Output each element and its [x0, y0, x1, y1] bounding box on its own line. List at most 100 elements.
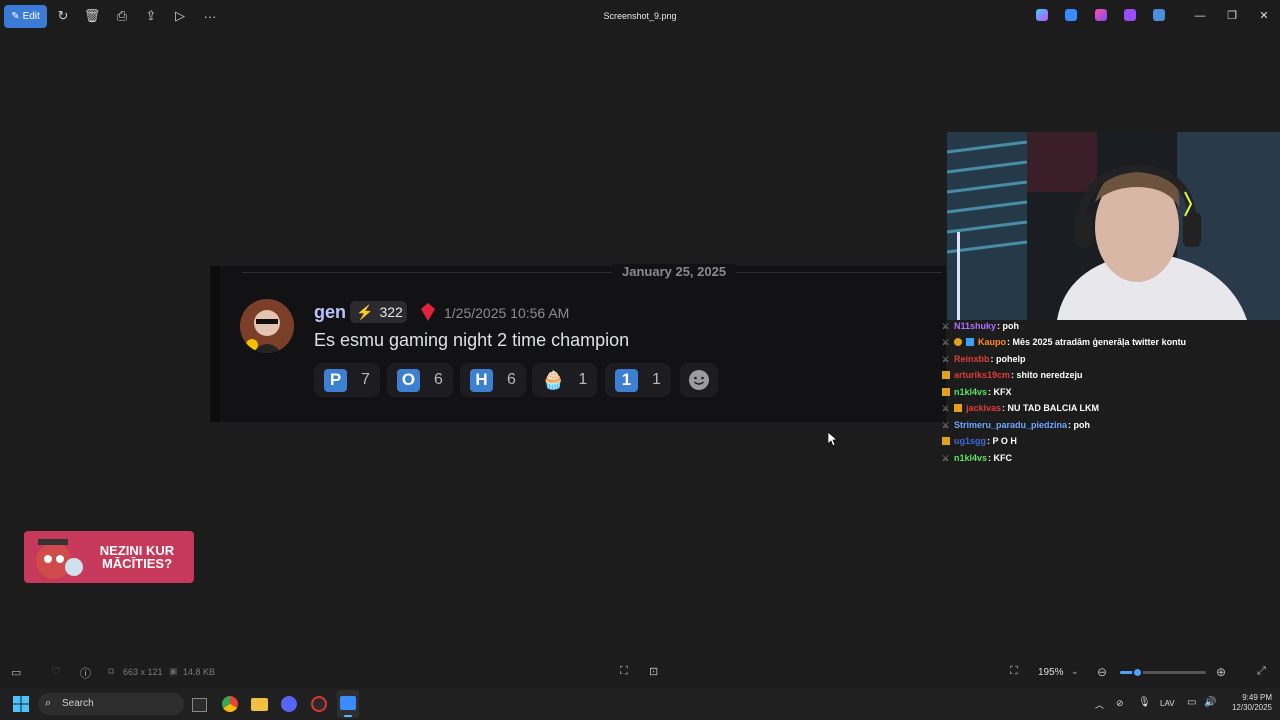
filmstrip-icon[interactable]: ▭: [11, 666, 21, 679]
file-size: 14.8 KB: [183, 667, 216, 677]
zoom-in-icon[interactable]: ⊕: [1216, 665, 1226, 679]
search-icon: ⌕: [45, 697, 52, 709]
info-icon[interactable]: ⓘ: [80, 665, 91, 681]
display-icon[interactable]: ▭: [1187, 697, 1196, 708]
add-reaction-button[interactable]: [680, 363, 718, 397]
photos-icon: [340, 696, 356, 710]
sword-icon: ⚔: [942, 355, 950, 364]
chat-text: : KFX: [988, 387, 1012, 397]
reaction-o[interactable]: O 6: [387, 363, 453, 397]
clipchamp-icon[interactable]: [1124, 9, 1136, 21]
badge-icon: [954, 404, 962, 412]
network-icon[interactable]: ⊘: [1116, 698, 1124, 709]
image-dimensions: 663 x 121: [123, 667, 163, 677]
sword-icon: ⚔: [942, 404, 950, 413]
sword-icon: ⚔: [942, 454, 950, 463]
reaction-p[interactable]: P 7: [314, 363, 380, 397]
cloud-icon[interactable]: [1153, 9, 1165, 21]
cursor-icon: [827, 431, 838, 452]
microphone-icon[interactable]: 🎙: [1138, 697, 1151, 708]
editor-icon[interactable]: [1065, 9, 1077, 21]
reaction-h[interactable]: H 6: [460, 363, 526, 397]
taskbar-search[interactable]: ⌕ Search: [38, 693, 184, 715]
date-divider: January 25, 2025: [612, 264, 737, 279]
chat-user: arturiks19cm: [954, 370, 1011, 380]
windows-start-icon[interactable]: [13, 696, 29, 717]
webcam-overlay: [947, 132, 1280, 320]
chrome-icon[interactable]: [222, 696, 238, 712]
username[interactable]: gen: [314, 302, 346, 323]
text-scan-icon[interactable]: ⊡: [649, 665, 658, 678]
badge-icon: [942, 371, 950, 379]
reaction-count: 1: [578, 371, 588, 388]
cupcake-icon: 🧁: [542, 369, 565, 390]
p-icon: P: [324, 368, 347, 392]
zoom-out-icon[interactable]: ⊖: [1097, 665, 1107, 679]
date-divider-line: [242, 272, 942, 273]
active-indicator: [344, 715, 352, 717]
lightning-icon: ⚡: [356, 303, 374, 320]
badge-icon: [942, 437, 950, 445]
badge-icon: [942, 388, 950, 396]
gem-icon: [421, 303, 435, 321]
chat-text: : Mēs 2025 atradām ģenerāļa twitter kont…: [1007, 337, 1187, 347]
sword-icon: ⚔: [942, 322, 950, 331]
chat-user: Reinxbb: [954, 354, 990, 364]
file-size-icon: ▣: [169, 666, 178, 676]
task-view-icon[interactable]: [192, 698, 207, 712]
avatar[interactable]: [240, 299, 294, 353]
boost-count: 322: [379, 304, 403, 320]
file-explorer-icon[interactable]: [251, 698, 268, 711]
clock-date: 12/30/2025: [1231, 703, 1272, 712]
zoom-slider[interactable]: [1120, 667, 1206, 678]
reaction-count: 1: [652, 371, 661, 388]
close-button[interactable]: ✕: [1254, 7, 1274, 25]
message-text: Es esmu gaming night 2 time champion: [314, 330, 630, 350]
chat-user: n1kl4vs: [954, 387, 988, 397]
chat-line: ug1sgg : P O H: [942, 433, 1017, 449]
search-placeholder: Search: [62, 698, 94, 709]
promo-text: NEZINI KUR MĀCĪTIES?: [92, 544, 182, 570]
dimensions-icon: ⧉: [108, 666, 115, 676]
discord-icon[interactable]: [281, 696, 297, 712]
reaction-one[interactable]: 1 1: [605, 363, 671, 397]
volume-icon[interactable]: 🔊: [1204, 697, 1216, 708]
mascot-icon: [36, 539, 83, 579]
clock[interactable]: 9:49 PM 12/30/2025: [1222, 693, 1272, 713]
chevron-down-icon[interactable]: ⌄: [1071, 666, 1079, 677]
chat-line: arturiks19cm : shito neredzeju: [942, 367, 1083, 383]
chat-line: n1kl4vs : KFX: [942, 384, 1012, 400]
window-title: Screenshot_9.png: [603, 11, 677, 21]
designer-icon[interactable]: [1095, 9, 1107, 21]
fit-icon[interactable]: ⛶: [1010, 665, 1018, 678]
favorite-icon[interactable]: ♡: [51, 665, 61, 678]
maximize-button[interactable]: ❐: [1222, 7, 1242, 25]
reaction-count: 6: [507, 371, 516, 388]
h-icon: H: [470, 368, 493, 392]
chat-text: : shito neredzeju: [1011, 370, 1083, 380]
obs-icon[interactable]: [311, 696, 327, 712]
badge-icon: [954, 338, 962, 346]
chat-line: ⚔ Strimeru_paradu_piedzina : poh: [942, 417, 1090, 433]
promo-line: MĀCĪTIES?: [101, 556, 173, 571]
visual-search-icon[interactable]: ⛶: [620, 665, 628, 678]
minimize-button[interactable]: —: [1190, 7, 1210, 25]
zoom-level[interactable]: 195%: [1038, 667, 1064, 678]
reaction-cupcake[interactable]: 🧁 1: [532, 363, 598, 397]
chat-line: ⚔ Kaupo : Mēs 2025 atradām ģenerāļa twit…: [942, 334, 1186, 350]
chat-line: ⚔ jackivas : NU TAD BALCIA LKM: [942, 400, 1099, 416]
language-indicator[interactable]: LAV: [1160, 699, 1175, 708]
photos-app-active[interactable]: [337, 690, 359, 718]
boost-badge: ⚡ 322: [350, 301, 407, 323]
chat-line: ⚔ N11shuky : poh: [942, 318, 1019, 334]
smiley-icon: [689, 370, 709, 390]
chat-user: Kaupo: [978, 337, 1006, 347]
chevron-up-icon[interactable]: ︿: [1095, 698, 1104, 711]
fullscreen-icon[interactable]: ⤢: [1257, 665, 1266, 678]
timestamp: 1/25/2025 10:56 AM: [444, 305, 570, 321]
badge-icon: [966, 338, 974, 346]
chat-text: : poh: [997, 321, 1020, 331]
copilot-icon[interactable]: [1036, 9, 1048, 21]
clock-time: 9:49 PM: [1242, 693, 1272, 702]
reaction-count: 7: [361, 371, 370, 388]
